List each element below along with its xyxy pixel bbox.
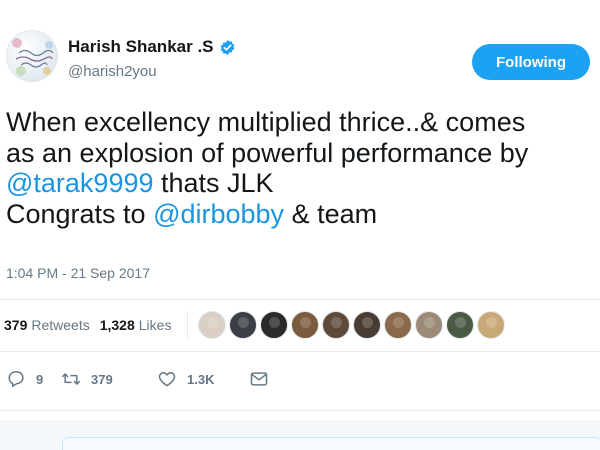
retweet-button[interactable]: 379: [61, 369, 157, 389]
liker-avatar[interactable]: [353, 311, 382, 339]
liker-avatars: [198, 311, 508, 339]
reply-button[interactable]: 9: [6, 369, 61, 389]
retweets-count: 379: [4, 317, 28, 333]
user-handle[interactable]: @harish2you: [68, 63, 157, 80]
stats-separator: [187, 311, 189, 339]
liker-avatar[interactable]: [446, 311, 475, 339]
verified-badge-icon: [220, 39, 234, 55]
likes-stat[interactable]: 1,328 Likes: [100, 317, 172, 333]
likes-label: Likes: [138, 317, 172, 333]
liker-avatar[interactable]: [415, 311, 444, 339]
liker-avatar[interactable]: [291, 311, 320, 339]
like-button[interactable]: 1.3K: [157, 369, 249, 389]
retweets-label: Retweets: [31, 317, 90, 333]
tweet-text: When excellency multiplied thrice..& com…: [6, 107, 600, 229]
floral-text-avatar-icon: [12, 38, 54, 76]
divider: [0, 351, 600, 352]
reply-icon: [8, 371, 24, 387]
envelope-icon: [250, 372, 268, 386]
reply-count: 9: [36, 371, 44, 387]
mention-link[interactable]: @dirbobby: [153, 199, 284, 229]
tweet-line-4: Congrats to @dirbobby & team: [6, 199, 600, 230]
tweet-timestamp[interactable]: 1:04 PM - 21 Sep 2017: [6, 265, 150, 281]
retweets-stat[interactable]: 379 Retweets: [4, 317, 90, 333]
like-count: 1.3K: [187, 371, 215, 387]
divider: [0, 410, 600, 411]
tweet-text-fragment: & team: [284, 198, 378, 229]
liker-avatar[interactable]: [384, 311, 413, 339]
tweet-header: Harish Shankar .S @harish2you Following: [6, 30, 596, 90]
liker-avatar[interactable]: [198, 311, 227, 339]
tweet-text-fragment: thats JLK: [153, 168, 274, 198]
mention-link[interactable]: @tarak9999: [6, 168, 154, 198]
liker-avatar[interactable]: [477, 311, 506, 339]
tweet-actions: 9 379 1.3K: [6, 362, 269, 396]
likes-count: 1,328: [99, 317, 135, 333]
following-button[interactable]: Following: [472, 44, 590, 80]
reply-input[interactable]: [62, 437, 600, 450]
retweet-count: 379: [91, 371, 113, 387]
display-name[interactable]: Harish Shankar .S: [68, 37, 214, 57]
name-row: Harish Shankar .S: [68, 37, 236, 57]
direct-message-button[interactable]: [249, 369, 269, 389]
divider: [0, 299, 600, 300]
tweet-line-1: When excellency multiplied thrice..& com…: [6, 107, 526, 137]
tweet-stats: 379 Retweets 1,328 Likes: [4, 303, 600, 347]
tweet-line-2: as an explosion of powerful performance …: [6, 137, 529, 168]
heart-icon: [158, 372, 176, 387]
liker-avatar[interactable]: [229, 311, 258, 339]
tweet-line-3: @tarak9999 thats JLK: [6, 168, 600, 199]
retweet-icon: [61, 373, 81, 385]
user-avatar[interactable]: [6, 30, 58, 82]
liker-avatar[interactable]: [260, 311, 289, 339]
liker-avatar[interactable]: [322, 311, 351, 339]
tweet-text-fragment: Congrats to: [6, 198, 154, 229]
